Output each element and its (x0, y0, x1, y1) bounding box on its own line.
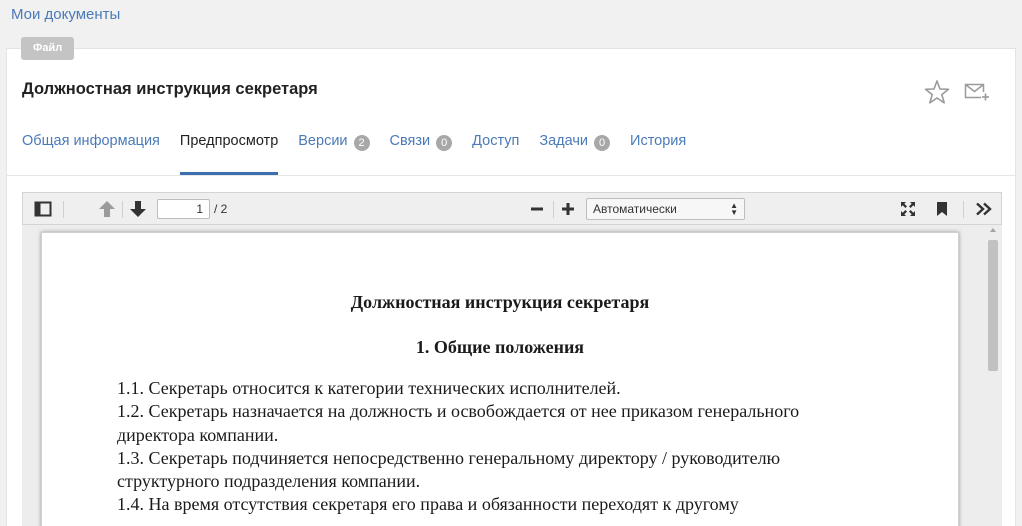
tab-label: История (630, 133, 687, 149)
tab-label: Доступ (472, 133, 520, 149)
tab-access[interactable]: Доступ (472, 133, 519, 175)
zoom-out-button[interactable] (526, 199, 548, 219)
plus-icon (562, 203, 574, 215)
bookmark-icon (937, 202, 947, 216)
tab-general-info[interactable]: Общая информация (22, 133, 160, 175)
zoom-select[interactable]: Автоматически ▲ ▼ (586, 198, 745, 220)
toolbar-separator (553, 201, 554, 218)
tab-bar: Общая информация Предпросмотр Версии 2 Св… (22, 133, 706, 175)
favorite-button[interactable] (924, 79, 950, 105)
tab-versions[interactable]: Версии 2 (298, 133, 370, 175)
tab-tasks[interactable]: Задачи 0 (539, 133, 611, 175)
toolbar-separator (122, 201, 123, 218)
viewer-canvas[interactable]: Должностная инструкция секретаря 1. Общи… (22, 225, 1002, 526)
scrollbar-thumb[interactable] (988, 240, 998, 371)
scroll-up-arrow-icon[interactable] (990, 228, 996, 232)
doc-line: директора компании. (117, 424, 279, 445)
arrow-up-icon (99, 201, 115, 217)
fullscreen-button[interactable] (897, 199, 919, 219)
vertical-scrollbar[interactable] (984, 225, 1002, 526)
arrow-down-icon (130, 201, 146, 217)
tab-label: Предпросмотр (179, 133, 279, 149)
double-chevron-right-icon (976, 202, 992, 216)
document-page: Должностная инструкция секретаря 1. Общи… (41, 232, 959, 526)
breadcrumb[interactable]: Мои документы (11, 6, 120, 23)
page-number-input[interactable]: 1 (157, 199, 210, 219)
bookmark-button[interactable] (931, 199, 953, 219)
tab-history[interactable]: История (630, 133, 686, 175)
section-heading: 1. Общие положения (415, 337, 585, 357)
sidebar-toggle-icon (34, 201, 52, 217)
doc-line: 1.4. На время отсутствия секретаря его п… (117, 494, 739, 515)
page-count: / 2 (214, 202, 228, 216)
tab-links[interactable]: Связи 0 (390, 133, 453, 175)
toolbar-separator (63, 201, 64, 218)
previous-page-button[interactable] (96, 199, 118, 219)
next-page-button[interactable] (127, 199, 149, 219)
doc-line: 1.1. Секретарь относится к категории тех… (117, 378, 621, 398)
file-type-badge: Файл (21, 37, 75, 60)
pdf-viewer: 1 / 2 Автоматически ▲ ▼ Должностная инст… (22, 192, 1002, 526)
fullscreen-icon (901, 202, 915, 216)
document-heading: Должностная инструкция секретаря (350, 292, 650, 312)
doc-line: структурного подразделения компании. (117, 471, 421, 492)
minus-icon (531, 207, 543, 211)
page-title: Должностная инструкция секретаря (22, 80, 318, 98)
tab-label: Задачи (539, 133, 589, 149)
toolbar-separator (963, 201, 964, 218)
tab-divider (6, 175, 1016, 176)
zoom-in-button[interactable] (557, 199, 579, 219)
viewer-toolbar: 1 / 2 Автоматически ▲ ▼ (22, 192, 1002, 225)
star-outline-icon (924, 80, 950, 104)
doc-line: 1.3. Секретарь подчиняется непосредствен… (117, 447, 781, 468)
count-badge: 0 (594, 135, 611, 151)
tab-label: Версии (298, 133, 348, 149)
tab-label: Связи (389, 133, 431, 149)
count-badge: 2 (353, 135, 370, 151)
zoom-select-value: Автоматически (593, 202, 677, 216)
tab-label: Общая информация (22, 133, 160, 149)
document-body: 1.1. Секретарь относится к категории тех… (117, 377, 897, 517)
send-by-email-button[interactable] (964, 80, 990, 104)
sidebar-toggle-button[interactable] (32, 199, 54, 219)
tab-preview[interactable]: Предпросмотр (179, 133, 279, 175)
more-tools-button[interactable] (973, 199, 995, 219)
select-arrows-icon: ▲ ▼ (730, 201, 738, 217)
doc-line: 1.2. Секретарь назначается на должность … (117, 401, 800, 422)
mail-plus-icon (964, 83, 990, 101)
count-badge: 0 (436, 135, 453, 151)
